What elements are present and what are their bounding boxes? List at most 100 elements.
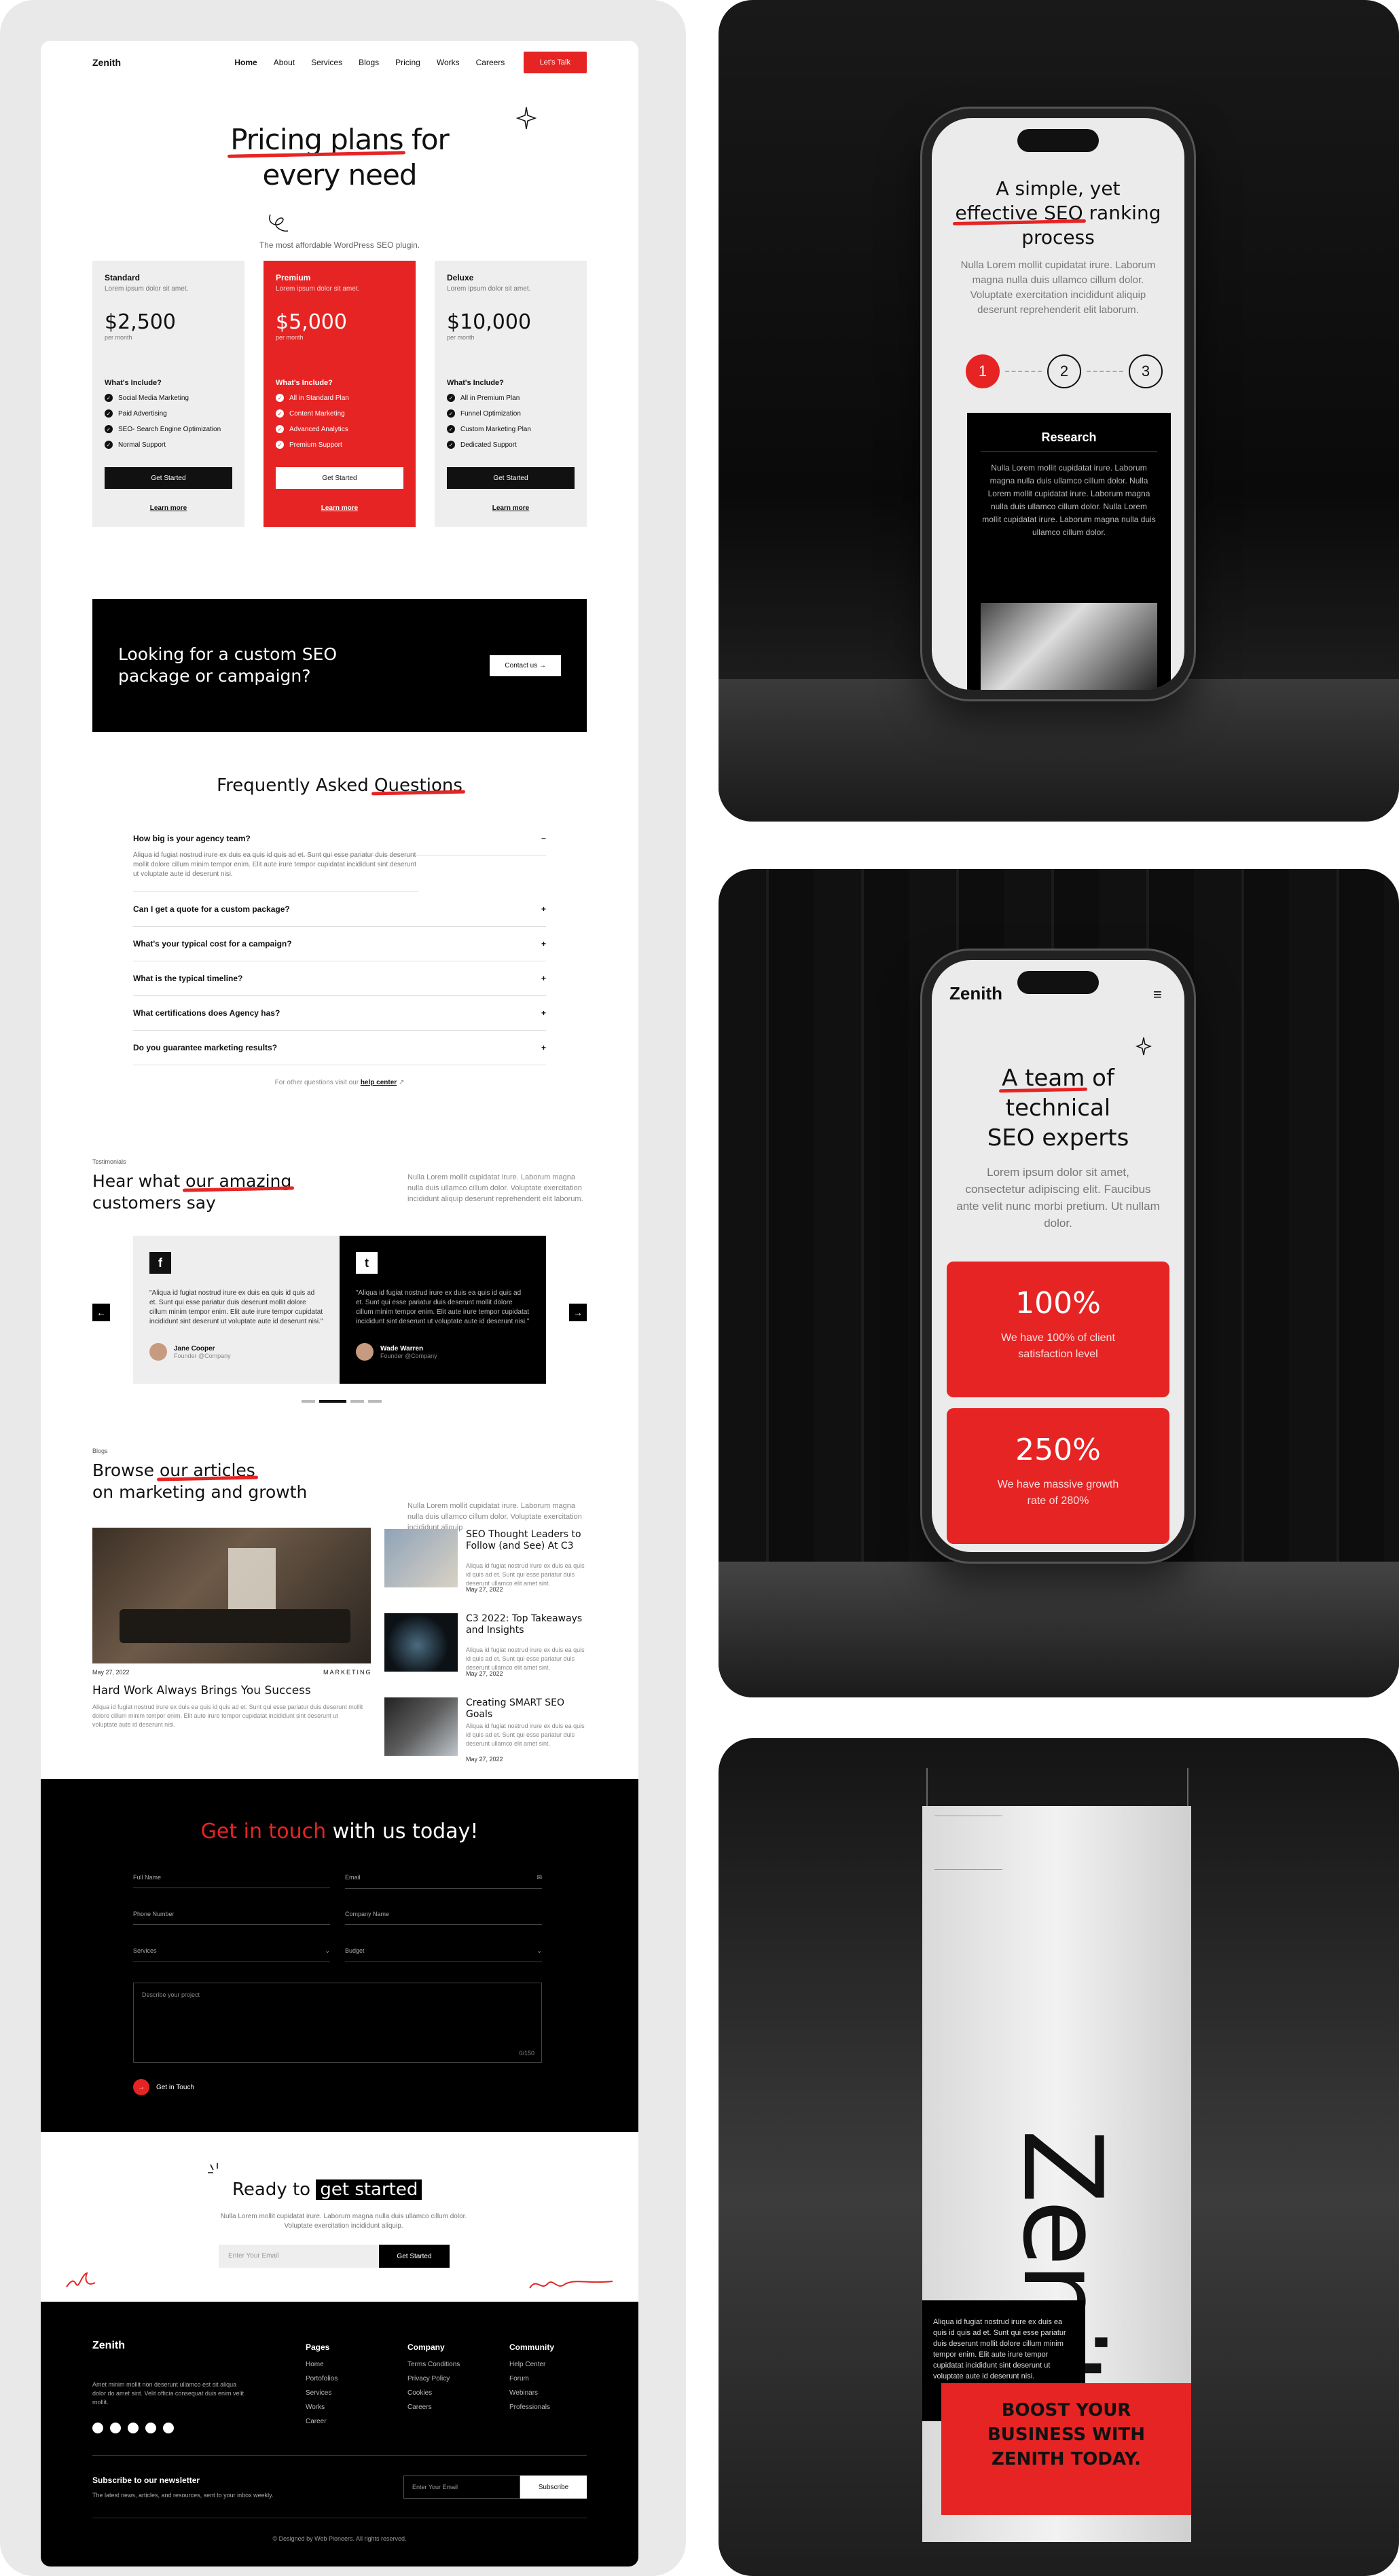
blog-thumb[interactable] bbox=[384, 1697, 458, 1756]
facebook-icon[interactable] bbox=[92, 2423, 103, 2433]
blog-title[interactable]: C3 2022: Top Takeaways and Insights bbox=[466, 1613, 588, 1636]
process-desc: Nulla Lorem mollit cupidatat irure. Labo… bbox=[960, 259, 1156, 316]
footer-link[interactable]: Help Center bbox=[509, 2357, 554, 2372]
stat-card: 100% We have 100% of client satisfaction… bbox=[947, 1262, 1169, 1397]
budget-select[interactable]: Budget ⌄ bbox=[345, 1947, 542, 1962]
blog-title[interactable]: Creating SMART SEO Goals bbox=[466, 1697, 588, 1721]
carousel-dot-active[interactable] bbox=[319, 1400, 346, 1403]
website-mockup-frame: Zenith Home About Services Blogs Pricing… bbox=[0, 0, 686, 2576]
blog-thumb[interactable] bbox=[384, 1613, 458, 1672]
learn-more-link[interactable]: Learn more bbox=[264, 504, 416, 512]
footer-link[interactable]: Cookies bbox=[407, 2386, 460, 2400]
phone-field[interactable]: Phone Number bbox=[133, 1911, 330, 1925]
instagram-icon[interactable] bbox=[128, 2423, 139, 2433]
footer-link[interactable]: Services bbox=[306, 2386, 338, 2400]
step[interactable]: 3 bbox=[1129, 354, 1163, 388]
subscribe-button[interactable]: Subscribe bbox=[520, 2476, 587, 2499]
contact-section: Get in touch with us today! Full Name Em… bbox=[41, 1779, 638, 2132]
email-field[interactable]: Email ✉ bbox=[345, 1874, 542, 1889]
full-name-field[interactable]: Full Name bbox=[133, 1874, 330, 1888]
testimonials-desc: Nulla Lorem mollit cupidatat irure. Labo… bbox=[407, 1173, 583, 1203]
footer-link[interactable]: Forum bbox=[509, 2372, 554, 2386]
carousel-dot[interactable] bbox=[302, 1400, 315, 1403]
twitter-icon[interactable] bbox=[110, 2423, 121, 2433]
stat-value: 250% bbox=[1015, 1433, 1101, 1467]
ready-get-started-button[interactable]: Get Started bbox=[379, 2245, 450, 2268]
newsletter-email-input[interactable]: Enter Your Email bbox=[403, 2476, 520, 2499]
faq-question[interactable]: Do you guarantee marketing results? + bbox=[133, 1031, 546, 1065]
facebook-icon[interactable]: f bbox=[149, 1252, 171, 1274]
services-select[interactable]: Services ⌄ bbox=[133, 1947, 330, 1962]
get-in-touch-button[interactable]: → Get in Touch bbox=[133, 2079, 194, 2095]
feature-item: ✓ Content Marketing bbox=[276, 409, 403, 418]
blogs-desc: Nulla Lorem mollit cupidatat irure. Labo… bbox=[407, 1502, 582, 1532]
nav-link-services[interactable]: Services bbox=[311, 58, 342, 67]
chevron-down-icon: ⌄ bbox=[325, 1947, 330, 1954]
footer-link[interactable]: Professionals bbox=[509, 2400, 554, 2414]
testimonial-quote: "Aliqua id fugiat nostrud irure ex duis … bbox=[149, 1289, 323, 1325]
contact-us-button[interactable]: Contact us → bbox=[490, 655, 561, 676]
social-icons bbox=[92, 2423, 174, 2433]
ready-email-input[interactable]: Enter Your Email bbox=[219, 2245, 379, 2268]
blog-title[interactable]: SEO Thought Leaders to Follow (and See) … bbox=[466, 1529, 588, 1552]
footer-link[interactable]: Works bbox=[306, 2400, 338, 2414]
carousel-dot[interactable] bbox=[350, 1400, 364, 1403]
company-field[interactable]: Company Name bbox=[345, 1911, 542, 1925]
nav-link-blogs[interactable]: Blogs bbox=[359, 58, 379, 67]
faq-question[interactable]: What's your typical cost for a campaign?… bbox=[133, 927, 546, 961]
footer-link[interactable]: Portofolios bbox=[306, 2372, 338, 2386]
site-logo[interactable]: Zenith bbox=[92, 57, 121, 68]
hamburger-menu-icon[interactable]: ≡ bbox=[1153, 986, 1162, 1004]
footer-logo[interactable]: Zenith bbox=[92, 2340, 125, 2352]
testimonial-quote: "Aliqua id fugiat nostrud irure ex duis … bbox=[356, 1289, 530, 1325]
carousel-dot[interactable] bbox=[368, 1400, 382, 1403]
faq-question[interactable]: What certifications does Agency has? + bbox=[133, 996, 546, 1031]
curly-arrow-icon bbox=[269, 214, 289, 232]
footer-link[interactable]: Terms Conditions bbox=[407, 2357, 460, 2372]
twitter-icon[interactable]: t bbox=[356, 1252, 378, 1274]
youtube-icon[interactable] bbox=[163, 2423, 174, 2433]
footer-col-company: Company Terms Conditions Privacy Policy Co… bbox=[407, 2342, 460, 2414]
nav-link-careers[interactable]: Careers bbox=[476, 58, 505, 67]
prev-arrow-button[interactable]: ← bbox=[92, 1304, 110, 1321]
lets-talk-button[interactable]: Let's Talk bbox=[523, 52, 587, 73]
scribble-decoration bbox=[529, 2281, 613, 2289]
learn-more-link[interactable]: Learn more bbox=[92, 504, 244, 512]
get-started-button[interactable]: Get Started bbox=[105, 467, 232, 489]
stat-label: We have massive growth rate of 280% bbox=[997, 1479, 1119, 1507]
blog-main-title[interactable]: Hard Work Always Brings You Success bbox=[92, 1684, 311, 1697]
check-icon: ✓ bbox=[447, 425, 455, 433]
faq-question[interactable]: What is the typical timeline? + bbox=[133, 961, 546, 996]
nav-link-home[interactable]: Home bbox=[234, 58, 257, 67]
blog-main-date: May 27, 2022 bbox=[92, 1669, 130, 1676]
pricing-title: Pricing plans for every need bbox=[230, 123, 450, 191]
footer-link[interactable]: Home bbox=[306, 2357, 338, 2372]
feature-item: ✓ Funnel Optimization bbox=[447, 409, 575, 418]
help-center-link[interactable]: help center bbox=[361, 1079, 397, 1086]
nav-link-about[interactable]: About bbox=[274, 58, 295, 67]
hanging-banner: Zenith Aliqua id fugiat nostrud irure ex… bbox=[922, 1806, 1191, 2542]
phone-logo[interactable]: Zenith bbox=[949, 983, 1002, 1004]
learn-more-link[interactable]: Learn more bbox=[435, 504, 587, 512]
footer-link[interactable]: Career bbox=[306, 2414, 338, 2429]
faq-question[interactable]: Can I get a quote for a custom package? + bbox=[133, 892, 546, 927]
plan-card-deluxe: Deluxe Lorem ipsum dolor sit amet. $10,0… bbox=[435, 261, 587, 527]
get-started-button[interactable]: Get Started bbox=[276, 467, 403, 489]
nav-link-works[interactable]: Works bbox=[437, 58, 460, 67]
feature-item: ✓ Premium Support bbox=[276, 441, 403, 449]
footer-link[interactable]: Careers bbox=[407, 2400, 460, 2414]
linkedin-icon[interactable] bbox=[145, 2423, 156, 2433]
footer-link[interactable]: Webinars bbox=[509, 2386, 554, 2400]
next-arrow-button[interactable]: → bbox=[569, 1304, 587, 1321]
project-description-textarea[interactable]: Describe your project 0/150 bbox=[133, 1983, 542, 2063]
step[interactable]: 2 bbox=[1047, 354, 1081, 388]
feature-item: ✓ Custom Marketing Plan bbox=[447, 425, 575, 433]
blog-thumb[interactable] bbox=[384, 1529, 458, 1587]
feature-item: ✓ Dedicated Support bbox=[447, 441, 575, 449]
get-started-button[interactable]: Get Started bbox=[447, 467, 575, 489]
mail-icon: ✉ bbox=[537, 1874, 542, 1881]
step-active[interactable]: 1 bbox=[966, 354, 1000, 388]
footer-link[interactable]: Privacy Policy bbox=[407, 2372, 460, 2386]
nav-link-pricing[interactable]: Pricing bbox=[395, 58, 420, 67]
blog-main-image[interactable] bbox=[92, 1528, 371, 1663]
